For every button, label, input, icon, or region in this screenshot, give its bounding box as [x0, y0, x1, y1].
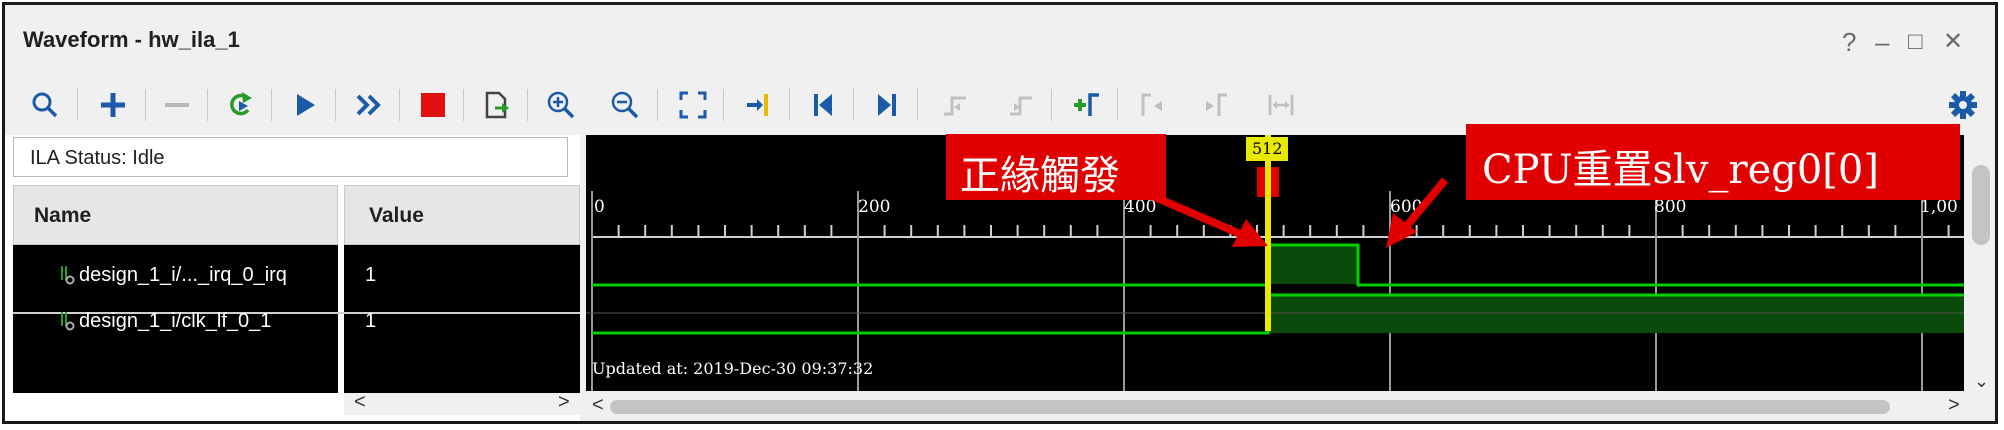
go-to-end-icon[interactable] [867, 85, 907, 125]
scroll-left-icon[interactable]: < [592, 394, 604, 417]
signal-bit-icon [61, 312, 75, 331]
signal-name: design_1_i/..._irq_0_irq [79, 264, 287, 286]
tick-label: 400 [1124, 197, 1157, 217]
cursor-label: 512 [1252, 139, 1283, 158]
annotation-cpu-reset: CPU重置slv_reg0[0] [1466, 124, 1960, 200]
settings-icon[interactable] [1943, 85, 1983, 125]
add-icon[interactable] [93, 85, 133, 125]
name-column-header[interactable]: Name [13, 185, 338, 245]
scroll-down-icon[interactable]: ⌄ [1974, 371, 1989, 392]
hscroll-thumb[interactable] [610, 400, 1890, 414]
remove-icon[interactable] [157, 85, 197, 125]
signal-value: 1 [365, 264, 377, 286]
signal-row[interactable]: design_1_i/..._irq_0_irq 1 [13, 260, 580, 290]
signal-name: design_1_i/clk_lf_0_1 [79, 310, 272, 332]
waveform-hscrollbar[interactable]: < > [586, 393, 1964, 421]
search-icon[interactable] [25, 85, 65, 125]
tick-label: 800 [1654, 197, 1687, 217]
run-trigger-icon[interactable] [221, 85, 261, 125]
run-icon[interactable] [285, 85, 325, 125]
waveform-window: Waveform - hw_ila_1 ? – □ ✕ ILA Status: … [2, 2, 1998, 424]
scroll-right-icon[interactable]: > [558, 391, 570, 414]
vscroll-thumb[interactable] [1972, 165, 1990, 245]
scroll-right-icon[interactable]: > [1948, 394, 1960, 417]
help-button[interactable]: ? [1842, 29, 1856, 55]
tick-label: 600 [1390, 197, 1423, 217]
export-icon[interactable] [477, 85, 517, 125]
tick-label: 0 [594, 197, 605, 217]
maximize-button[interactable]: □ [1908, 29, 1923, 55]
zoom-out-icon[interactable] [605, 85, 645, 125]
title-bar: Waveform - hw_ila_1 ? – □ ✕ [5, 5, 1995, 77]
zoom-fit-icon[interactable] [673, 85, 713, 125]
signal-value: 1 [365, 310, 377, 332]
swap-cursors-icon[interactable] [1261, 85, 1301, 125]
window-title: Waveform - hw_ila_1 [23, 27, 240, 52]
stop-icon[interactable] [413, 85, 453, 125]
value-column-header[interactable]: Value [344, 185, 580, 245]
add-marker-icon[interactable] [1067, 85, 1107, 125]
fast-forward-icon[interactable] [349, 85, 389, 125]
tick-label: 1,00 [1920, 197, 1958, 217]
go-to-cursor-icon[interactable] [739, 85, 779, 125]
minimize-button[interactable]: – [1875, 29, 1889, 55]
signal-waveform-clk [592, 293, 1964, 335]
ila-status: ILA Status: Idle [13, 137, 568, 177]
waveform-vscrollbar[interactable]: ⌄ [1967, 135, 1995, 405]
previous-marker-icon[interactable] [1133, 85, 1173, 125]
signal-panel: ILA Status: Idle Name Value design_1_i/.… [5, 135, 580, 421]
tick-label: 200 [858, 197, 891, 217]
signal-waveform-irq [592, 243, 1964, 287]
close-button[interactable]: ✕ [1943, 29, 1963, 55]
value-hscrollbar[interactable]: < > [344, 391, 580, 415]
updated-timestamp: Updated at: 2019-Dec-30 09:37:32 [592, 359, 874, 378]
annotation-rising-edge: 正緣觸發 [946, 134, 1166, 200]
zoom-in-icon[interactable] [541, 85, 581, 125]
next-marker-icon[interactable] [1197, 85, 1237, 125]
go-to-start-icon[interactable] [803, 85, 843, 125]
next-transition-icon[interactable] [1001, 85, 1041, 125]
scroll-left-icon[interactable]: < [354, 391, 366, 414]
previous-transition-icon[interactable] [935, 85, 975, 125]
signal-bit-icon [61, 266, 75, 285]
signal-row[interactable]: design_1_i/clk_lf_0_1 1 [13, 306, 580, 336]
